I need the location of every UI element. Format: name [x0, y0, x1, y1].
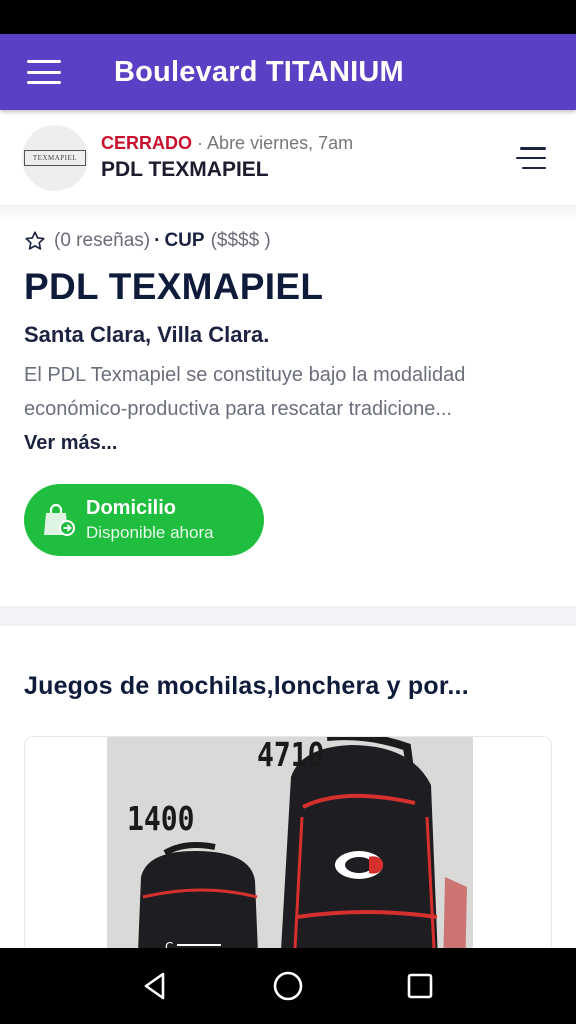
store-status-line: CERRADO · Abre viernes, 7am — [101, 133, 353, 154]
price-level: ($$$$ ) — [210, 230, 271, 251]
delivery-title: Domicilio — [86, 497, 177, 519]
delivery-subtitle: Disponible ahora — [86, 523, 214, 542]
rating-line: (0 reseñas) · CUP ($$$$ ) — [24, 230, 554, 252]
store-info: CERRADO · Abre viernes, 7am PDL TEXMAPIE… — [101, 133, 353, 182]
star-outline-icon[interactable] — [24, 230, 46, 252]
back-icon[interactable] — [138, 968, 174, 1004]
product-image: C 4710 1400 — [107, 737, 473, 975]
section-divider — [0, 606, 576, 626]
currency-label: CUP — [164, 230, 205, 251]
store-location: Santa Clara, Villa Clara. — [24, 322, 270, 347]
store-description: El PDL Texmapiel se constituye bajo la m… — [24, 364, 466, 420]
product-card[interactable]: C 4710 1400 — [24, 736, 552, 976]
status-closed-badge: CERRADO — [101, 133, 193, 153]
app-bar: Boulevard TITANIUM — [0, 34, 576, 110]
price-tag-small: 1400 — [127, 799, 195, 838]
reviews-count[interactable]: (0 reseñas) — [54, 230, 150, 252]
recents-icon[interactable] — [402, 968, 438, 1004]
home-icon[interactable] — [270, 968, 306, 1004]
shopping-bag-icon — [44, 503, 75, 536]
opening-time: Abre viernes, 7am — [207, 133, 354, 153]
system-nav-bar — [0, 948, 576, 1024]
see-more-link[interactable]: Ver más... — [24, 432, 554, 455]
store-logo[interactable]: TEXMAPIEL — [22, 124, 88, 191]
app-title: Boulevard TITANIUM — [114, 55, 404, 88]
store-details: (0 reseñas) · CUP ($$$$ ) PDL TEXMAPIEL … — [24, 230, 554, 455]
store-header-name: PDL TEXMAPIEL — [101, 158, 269, 181]
currency-separator: · — [154, 230, 161, 251]
status-bar — [0, 0, 576, 34]
store-menu-icon[interactable] — [516, 147, 546, 169]
status-separator: · — [197, 133, 204, 153]
hamburger-menu-icon[interactable] — [27, 60, 61, 84]
delivery-button[interactable]: Domicilio Disponible ahora — [24, 484, 264, 556]
price-tag-large: 4710 — [257, 737, 325, 774]
delivery-text: Domicilio Disponible ahora — [86, 497, 214, 543]
store-logo-text: TEXMAPIEL — [24, 149, 86, 166]
product-section-heading[interactable]: Juegos de mochilas,lonchera y por... — [24, 672, 554, 701]
store-title: PDL TEXMAPIEL — [24, 266, 324, 307]
store-header: TEXMAPIEL CERRADO · Abre viernes, 7am PD… — [0, 110, 576, 206]
header-shadow — [0, 206, 576, 220]
